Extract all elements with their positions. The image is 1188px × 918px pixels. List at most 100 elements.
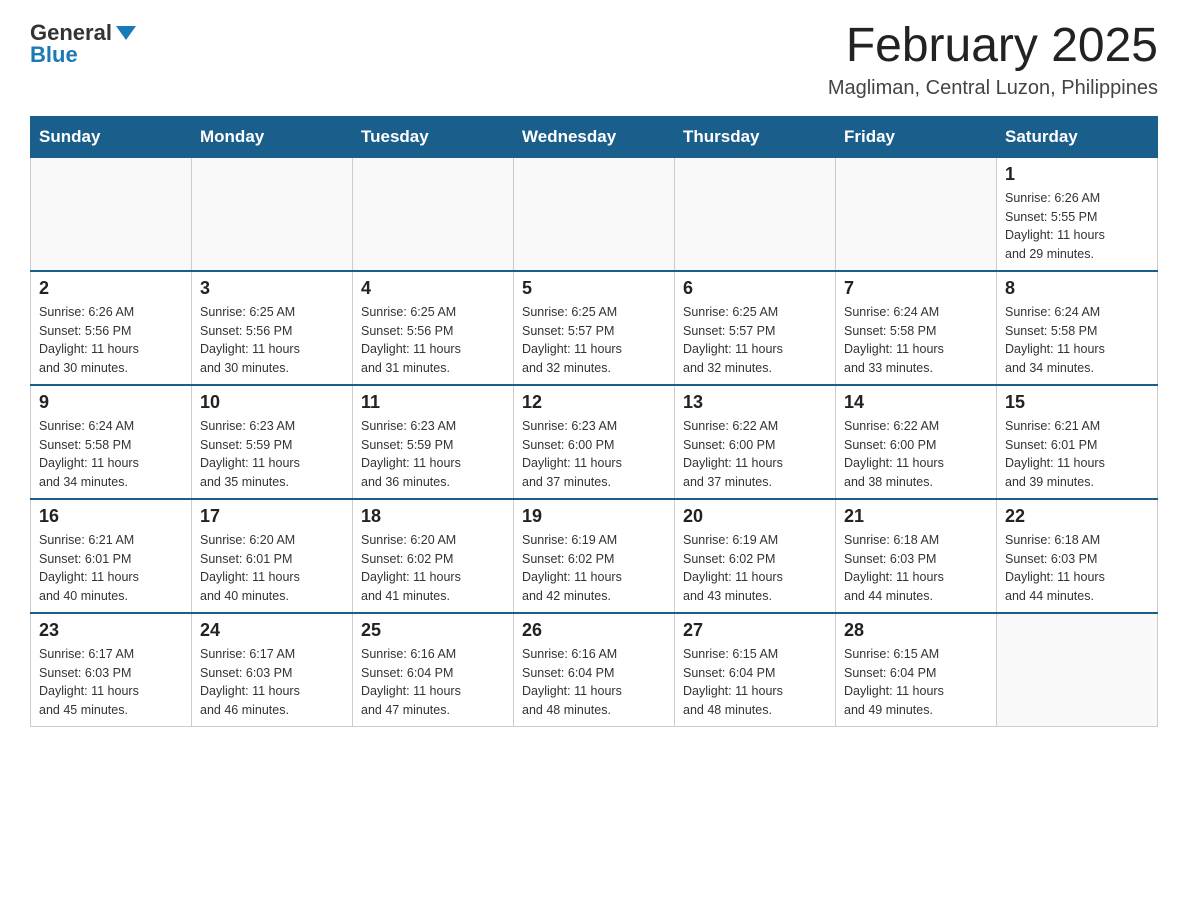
calendar-cell: 21 Sunrise: 6:18 AMSunset: 6:03 PMDayligh… [836, 499, 997, 613]
day-number: 22 [1005, 506, 1149, 527]
day-info: Sunrise: 6:15 AMSunset: 6:04 PMDaylight:… [683, 645, 827, 720]
calendar-cell: 6 Sunrise: 6:25 AMSunset: 5:57 PMDaylight… [675, 271, 836, 385]
day-info: Sunrise: 6:20 AMSunset: 6:02 PMDaylight:… [361, 531, 505, 606]
calendar-cell [192, 157, 353, 271]
calendar-cell: 22 Sunrise: 6:18 AMSunset: 6:03 PMDayligh… [997, 499, 1158, 613]
calendar-week-row: 16 Sunrise: 6:21 AMSunset: 6:01 PMDayligh… [31, 499, 1158, 613]
day-number: 19 [522, 506, 666, 527]
calendar-cell: 11 Sunrise: 6:23 AMSunset: 5:59 PMDayligh… [353, 385, 514, 499]
day-number: 8 [1005, 278, 1149, 299]
weekday-header-wednesday: Wednesday [514, 116, 675, 157]
day-info: Sunrise: 6:25 AMSunset: 5:56 PMDaylight:… [200, 303, 344, 378]
day-number: 15 [1005, 392, 1149, 413]
day-number: 25 [361, 620, 505, 641]
day-info: Sunrise: 6:26 AMSunset: 5:55 PMDaylight:… [1005, 189, 1149, 264]
day-info: Sunrise: 6:19 AMSunset: 6:02 PMDaylight:… [683, 531, 827, 606]
weekday-header-saturday: Saturday [997, 116, 1158, 157]
calendar-cell: 10 Sunrise: 6:23 AMSunset: 5:59 PMDayligh… [192, 385, 353, 499]
calendar-cell: 17 Sunrise: 6:20 AMSunset: 6:01 PMDayligh… [192, 499, 353, 613]
calendar-cell [353, 157, 514, 271]
calendar-table: SundayMondayTuesdayWednesdayThursdayFrid… [30, 116, 1158, 727]
day-info: Sunrise: 6:17 AMSunset: 6:03 PMDaylight:… [39, 645, 183, 720]
day-info: Sunrise: 6:24 AMSunset: 5:58 PMDaylight:… [39, 417, 183, 492]
day-number: 27 [683, 620, 827, 641]
calendar-cell: 15 Sunrise: 6:21 AMSunset: 6:01 PMDayligh… [997, 385, 1158, 499]
day-info: Sunrise: 6:24 AMSunset: 5:58 PMDaylight:… [844, 303, 988, 378]
day-info: Sunrise: 6:16 AMSunset: 6:04 PMDaylight:… [361, 645, 505, 720]
logo-triangle-icon [116, 26, 136, 40]
page-header: General Blue February 2025 Magliman, Cen… [30, 20, 1158, 100]
calendar-cell: 16 Sunrise: 6:21 AMSunset: 6:01 PMDayligh… [31, 499, 192, 613]
day-number: 11 [361, 392, 505, 413]
calendar-cell: 3 Sunrise: 6:25 AMSunset: 5:56 PMDaylight… [192, 271, 353, 385]
day-info: Sunrise: 6:22 AMSunset: 6:00 PMDaylight:… [683, 417, 827, 492]
day-number: 18 [361, 506, 505, 527]
day-info: Sunrise: 6:15 AMSunset: 6:04 PMDaylight:… [844, 645, 988, 720]
day-info: Sunrise: 6:18 AMSunset: 6:03 PMDaylight:… [844, 531, 988, 606]
day-number: 24 [200, 620, 344, 641]
day-number: 12 [522, 392, 666, 413]
calendar-cell: 28 Sunrise: 6:15 AMSunset: 6:04 PMDayligh… [836, 613, 997, 727]
calendar-cell: 23 Sunrise: 6:17 AMSunset: 6:03 PMDayligh… [31, 613, 192, 727]
calendar-cell: 2 Sunrise: 6:26 AMSunset: 5:56 PMDaylight… [31, 271, 192, 385]
day-number: 2 [39, 278, 183, 299]
calendar-week-row: 9 Sunrise: 6:24 AMSunset: 5:58 PMDaylight… [31, 385, 1158, 499]
day-info: Sunrise: 6:20 AMSunset: 6:01 PMDaylight:… [200, 531, 344, 606]
calendar-cell: 26 Sunrise: 6:16 AMSunset: 6:04 PMDayligh… [514, 613, 675, 727]
day-info: Sunrise: 6:22 AMSunset: 6:00 PMDaylight:… [844, 417, 988, 492]
day-info: Sunrise: 6:24 AMSunset: 5:58 PMDaylight:… [1005, 303, 1149, 378]
day-info: Sunrise: 6:23 AMSunset: 5:59 PMDaylight:… [200, 417, 344, 492]
calendar-cell: 20Sunrise: 6:19 AMSunset: 6:02 PMDayligh… [675, 499, 836, 613]
day-number: 23 [39, 620, 183, 641]
day-number: 5 [522, 278, 666, 299]
day-number: 16 [39, 506, 183, 527]
calendar-cell: 12 Sunrise: 6:23 AMSunset: 6:00 PMDayligh… [514, 385, 675, 499]
weekday-header-tuesday: Tuesday [353, 116, 514, 157]
day-info: Sunrise: 6:21 AMSunset: 6:01 PMDaylight:… [1005, 417, 1149, 492]
day-number: 6 [683, 278, 827, 299]
logo-blue-text: Blue [30, 42, 78, 68]
calendar-cell: 18 Sunrise: 6:20 AMSunset: 6:02 PMDayligh… [353, 499, 514, 613]
weekday-header-friday: Friday [836, 116, 997, 157]
day-info: Sunrise: 6:25 AMSunset: 5:56 PMDaylight:… [361, 303, 505, 378]
calendar-cell [836, 157, 997, 271]
day-info: Sunrise: 6:23 AMSunset: 6:00 PMDaylight:… [522, 417, 666, 492]
day-info: Sunrise: 6:23 AMSunset: 5:59 PMDaylight:… [361, 417, 505, 492]
logo: General Blue [30, 20, 136, 68]
day-number: 13 [683, 392, 827, 413]
day-info: Sunrise: 6:19 AMSunset: 6:02 PMDaylight:… [522, 531, 666, 606]
day-number: 7 [844, 278, 988, 299]
day-number: 26 [522, 620, 666, 641]
day-number: 21 [844, 506, 988, 527]
month-title: February 2025 [828, 20, 1158, 73]
calendar-cell [997, 613, 1158, 727]
day-number: 1 [1005, 164, 1149, 185]
day-number: 10 [200, 392, 344, 413]
calendar-cell: 8 Sunrise: 6:24 AMSunset: 5:58 PMDaylight… [997, 271, 1158, 385]
day-info: Sunrise: 6:25 AMSunset: 5:57 PMDaylight:… [683, 303, 827, 378]
day-info: Sunrise: 6:25 AMSunset: 5:57 PMDaylight:… [522, 303, 666, 378]
calendar-cell: 1 Sunrise: 6:26 AMSunset: 5:55 PMDaylight… [997, 157, 1158, 271]
calendar-cell: 19 Sunrise: 6:19 AMSunset: 6:02 PMDayligh… [514, 499, 675, 613]
location-title: Magliman, Central Luzon, Philippines [828, 77, 1158, 100]
day-number: 28 [844, 620, 988, 641]
calendar-cell: 7 Sunrise: 6:24 AMSunset: 5:58 PMDaylight… [836, 271, 997, 385]
day-number: 3 [200, 278, 344, 299]
day-info: Sunrise: 6:21 AMSunset: 6:01 PMDaylight:… [39, 531, 183, 606]
calendar-week-row: 1 Sunrise: 6:26 AMSunset: 5:55 PMDaylight… [31, 157, 1158, 271]
calendar-week-row: 2 Sunrise: 6:26 AMSunset: 5:56 PMDaylight… [31, 271, 1158, 385]
day-number: 9 [39, 392, 183, 413]
day-info: Sunrise: 6:18 AMSunset: 6:03 PMDaylight:… [1005, 531, 1149, 606]
calendar-cell: 14Sunrise: 6:22 AMSunset: 6:00 PMDayligh… [836, 385, 997, 499]
calendar-header-row: SundayMondayTuesdayWednesdayThursdayFrid… [31, 116, 1158, 157]
weekday-header-sunday: Sunday [31, 116, 192, 157]
weekday-header-monday: Monday [192, 116, 353, 157]
calendar-cell: 4Sunrise: 6:25 AMSunset: 5:56 PMDaylight… [353, 271, 514, 385]
day-number: 17 [200, 506, 344, 527]
calendar-cell [31, 157, 192, 271]
day-info: Sunrise: 6:26 AMSunset: 5:56 PMDaylight:… [39, 303, 183, 378]
calendar-cell [675, 157, 836, 271]
calendar-cell [514, 157, 675, 271]
day-info: Sunrise: 6:16 AMSunset: 6:04 PMDaylight:… [522, 645, 666, 720]
calendar-cell: 25 Sunrise: 6:16 AMSunset: 6:04 PMDayligh… [353, 613, 514, 727]
